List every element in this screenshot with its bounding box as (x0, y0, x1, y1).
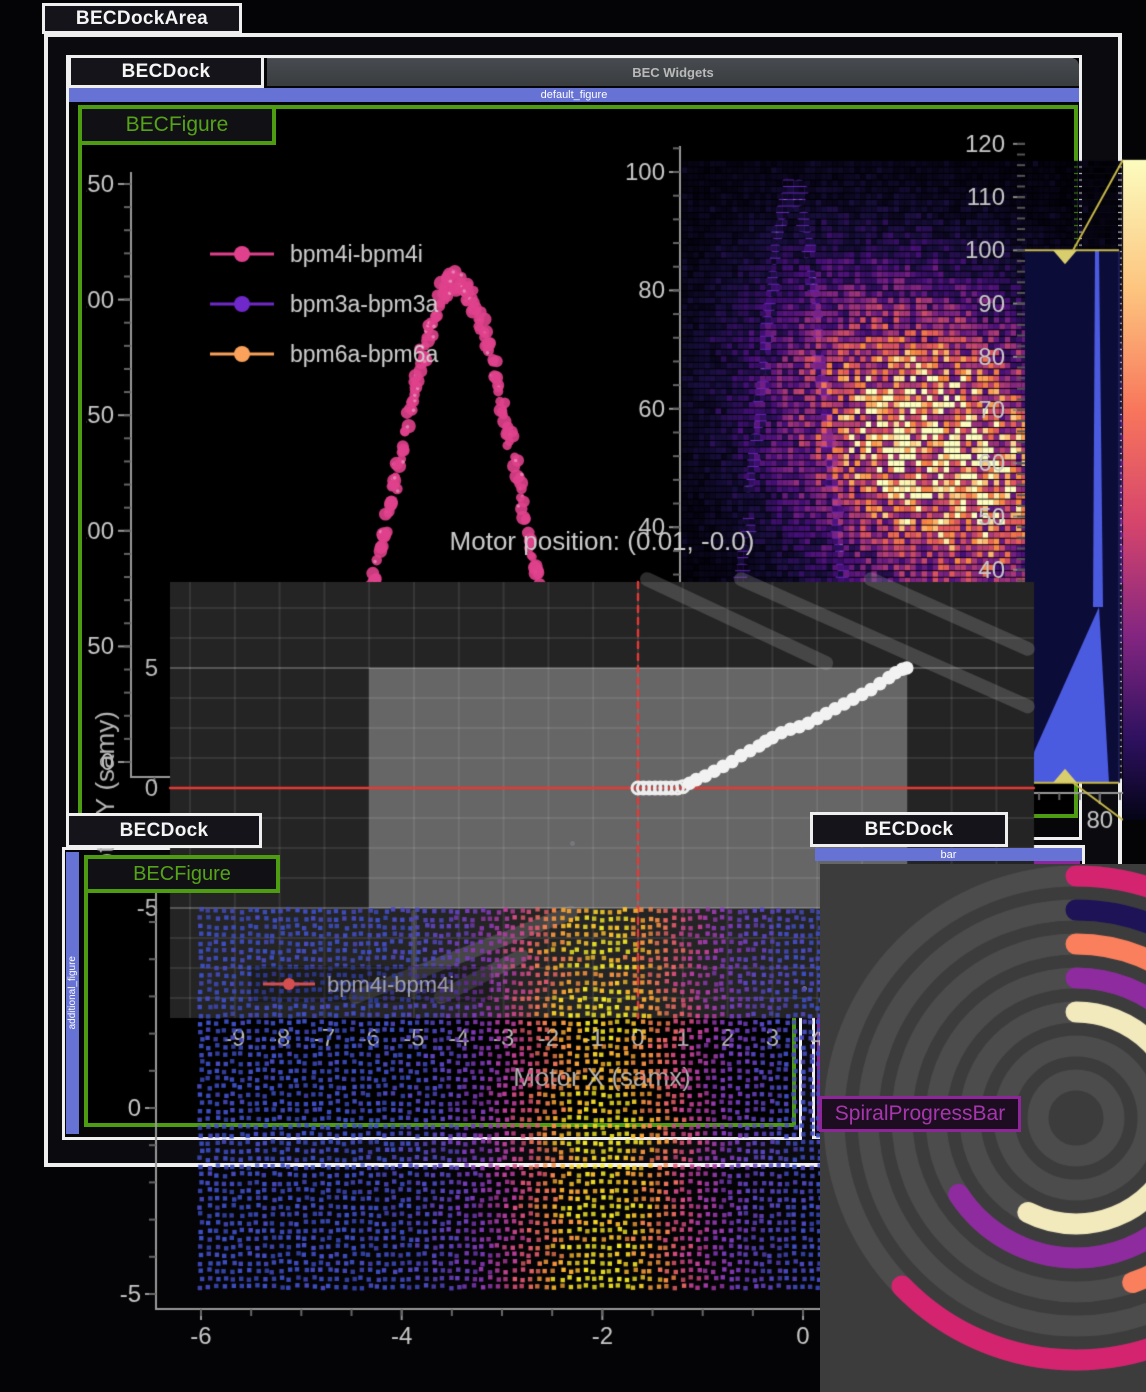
top-figure-label-text: BECFigure (126, 113, 229, 137)
top-figure-label: BECFigure (78, 105, 276, 145)
bottom-left-figure-label-text: BECFigure (133, 863, 231, 886)
bottom-left-dock-side-bar[interactable]: additional_figure (66, 852, 79, 1134)
top-dock-title-bar[interactable]: BEC Widgets (267, 58, 1079, 86)
bottom-left-dock-subtitle-text: additional_figure (67, 956, 78, 1029)
bottom-left-dock-label-text: BECDock (120, 820, 209, 842)
spiral-widget-label-text: SpiralProgressBar (835, 1102, 1005, 1126)
spiral-widget-label: SpiralProgressBar (819, 1096, 1021, 1132)
dock-area-label: BECDockArea (42, 3, 242, 34)
dock-area-label-text: BECDockArea (76, 8, 208, 30)
bottom-right-dock-label: BECDock (810, 812, 1008, 847)
bottom-left-figure-label: BECFigure (84, 855, 280, 893)
bottom-left-dock-label: BECDock (66, 813, 262, 848)
top-dock-label: BECDock (68, 55, 264, 88)
top-dock-subtitle-bar[interactable]: default_figure (69, 88, 1079, 102)
bottom-right-dock-subtitle-bar[interactable]: bar (815, 848, 1082, 861)
top-dock-subtitle-text: default_figure (541, 89, 608, 101)
bottom-right-dock-label-text: BECDock (865, 819, 954, 841)
top-dock-title-text: BEC Widgets (632, 65, 714, 80)
top-dock-label-text: BECDock (122, 61, 211, 83)
bottom-right-dock-subtitle-text: bar (941, 849, 957, 861)
horizontal-splitter-dot[interactable] (570, 841, 575, 846)
